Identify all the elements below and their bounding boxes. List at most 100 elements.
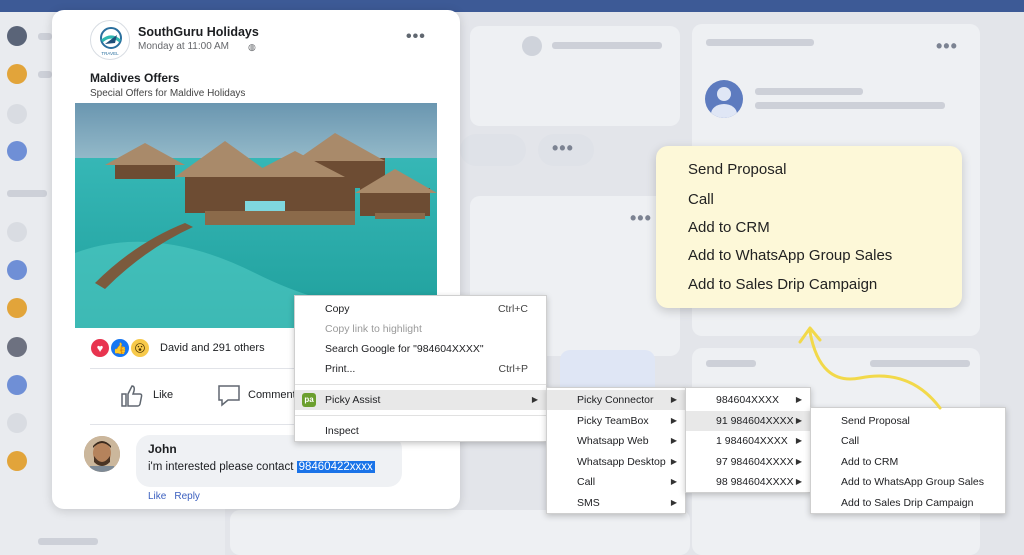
submenu-item-label: Whatsapp Web [577, 435, 649, 447]
number-label: 984604XXXX [716, 394, 780, 406]
post-more-icon[interactable]: ••• [406, 28, 426, 46]
picky-assist-icon: pa [302, 393, 316, 407]
submenu-item-whatsapp-web[interactable]: Whatsapp Web ▶ [547, 431, 685, 451]
menu-separator [295, 415, 546, 416]
feed-more-icon[interactable]: ••• [630, 208, 652, 229]
selected-phone-number[interactable]: 98460422xxxx [296, 461, 375, 473]
action-call[interactable]: Call [811, 431, 1005, 451]
post-subtitle: Special Offers for Maldive Holidays [90, 88, 246, 99]
like-icon: 👍 [110, 338, 130, 358]
curved-arrow-icon [798, 326, 942, 410]
submenu-arrow-icon: ▶ [670, 395, 677, 404]
sidebar-dot-icon [7, 260, 27, 280]
sidebar-dot-icon [7, 64, 27, 84]
right-line [706, 39, 814, 46]
action-add-to-drip-campaign[interactable]: Add to Sales Drip Campaign [811, 493, 1005, 513]
wow-icon: 😮 [130, 338, 150, 358]
callout-item: Add to WhatsApp Group Sales [688, 247, 893, 264]
comment-text-main: i'm interested please contact [148, 461, 297, 473]
actions-callout: Send Proposal Call Add to CRM Add to Wha… [656, 146, 962, 308]
page-logo[interactable]: TRAVEL [90, 20, 130, 60]
like-button[interactable]: Like [120, 384, 190, 410]
like-label: Like [153, 389, 174, 401]
menu-separator [295, 384, 546, 385]
number-label: 98 984604XXXX [716, 476, 794, 488]
menu-item-label: Picky Assist [325, 394, 381, 406]
sidebar-dot-icon [7, 298, 27, 318]
reactions-count[interactable]: David and 291 others [160, 342, 265, 354]
commenter-avatar[interactable] [84, 436, 120, 472]
submenu-arrow-icon: ▶ [670, 416, 677, 425]
sidebar-dot-icon [7, 375, 27, 395]
submenu-arrow-icon: ▶ [670, 498, 677, 507]
callout-item: Add to Sales Drip Campaign [688, 276, 878, 293]
feed-avatar-icon [522, 36, 542, 56]
callout-item: Call [688, 191, 714, 208]
page-name[interactable]: SouthGuru Holidays [138, 25, 259, 39]
menu-item-label: Copy link to highlight [325, 323, 422, 335]
right-more-icon[interactable]: ••• [936, 36, 958, 57]
right-line [755, 88, 863, 95]
submenu-arrow-icon: ▶ [795, 477, 802, 486]
thumbs-up-icon [121, 385, 143, 407]
bottom-bg [230, 510, 690, 555]
post-time[interactable]: Monday at 11:00 AM [138, 41, 229, 52]
submenu-item-whatsapp-desktop[interactable]: Whatsapp Desktop ▶ [547, 452, 685, 472]
submenu-item-call[interactable]: Call ▶ [547, 472, 685, 492]
number-label: 91 984604XXXX [716, 415, 794, 427]
menu-item-print[interactable]: Print... Ctrl+P [295, 359, 546, 379]
comment-icon [218, 385, 240, 407]
submenu-actions: Send Proposal Call Add to CRM Add to Wha… [810, 407, 1006, 514]
menu-shortcut: Ctrl+P [498, 363, 528, 375]
menu-item-search-google[interactable]: Search Google for "984604XXXX" [295, 339, 546, 359]
love-icon: ♥ [90, 338, 110, 358]
number-label: 97 984604XXXX [716, 456, 794, 468]
sidebar-avatar-icon [7, 26, 27, 46]
right-line [755, 102, 945, 109]
menu-item-label: Search Google for "984604XXXX" [325, 343, 484, 355]
submenu-arrow-icon: ▶ [670, 477, 677, 486]
action-label: Add to CRM [841, 456, 899, 468]
context-menu: Copy Ctrl+C Copy link to highlight Searc… [294, 295, 547, 442]
sidebar-line [38, 538, 98, 545]
right-avatar-icon [705, 80, 743, 118]
submenu-item-label: Call [577, 476, 596, 488]
comment-text[interactable]: i'm interested please contact 98460422xx… [148, 461, 375, 473]
number-item[interactable]: 98 984604XXXX ▶ [686, 472, 810, 492]
feed-card-bg [470, 26, 680, 126]
submenu-apps: Picky Connector ▶ Picky TeamBox ▶ Whatsapp… [546, 387, 686, 514]
action-add-to-whatsapp-group[interactable]: Add to WhatsApp Group Sales [811, 472, 1005, 492]
comment-author[interactable]: John [148, 442, 177, 456]
submenu-arrow-icon: ▶ [795, 436, 802, 445]
feed-more-icon[interactable]: ••• [552, 138, 574, 159]
callout-item: Add to CRM [688, 219, 770, 236]
menu-item-label: Copy [325, 303, 350, 315]
menu-item-inspect[interactable]: Inspect [295, 421, 546, 441]
comment-label: Comment [248, 389, 296, 401]
sidebar-line [38, 33, 52, 40]
sidebar-dot-icon [7, 104, 27, 124]
sidebar-dot-icon [7, 451, 27, 471]
menu-item-label: Print... [325, 363, 356, 375]
action-add-to-crm[interactable]: Add to CRM [811, 452, 1005, 472]
comment-reply-link[interactable]: Reply [174, 491, 200, 502]
submenu-item-picky-connector[interactable]: Picky Connector ▶ [547, 390, 685, 410]
comment-like-link[interactable]: Like [148, 491, 166, 502]
post-title: Maldives Offers [90, 71, 180, 85]
comment-button[interactable]: Comment [216, 382, 306, 410]
right-line [706, 360, 756, 367]
submenu-arrow-icon: ▶ [531, 395, 538, 404]
submenu-item-label: Whatsapp Desktop [577, 456, 666, 468]
menu-item-copy[interactable]: Copy Ctrl+C [295, 299, 546, 319]
submenu-item-sms[interactable]: SMS ▶ [547, 493, 685, 513]
comment-actions: Like Reply [148, 491, 208, 502]
submenu-arrow-icon: ▶ [670, 457, 677, 466]
number-item[interactable]: 97 984604XXXX ▶ [686, 452, 810, 472]
menu-item-picky-assist[interactable]: pa Picky Assist ▶ [295, 390, 546, 410]
submenu-item-picky-teambox[interactable]: Picky TeamBox ▶ [547, 411, 685, 431]
sidebar-line [7, 190, 47, 197]
menu-shortcut: Ctrl+C [497, 303, 528, 315]
number-item[interactable]: 1 984604XXXX ▶ [686, 431, 810, 451]
logo-text: TRAVEL [101, 51, 119, 56]
feed-pill [460, 134, 526, 166]
